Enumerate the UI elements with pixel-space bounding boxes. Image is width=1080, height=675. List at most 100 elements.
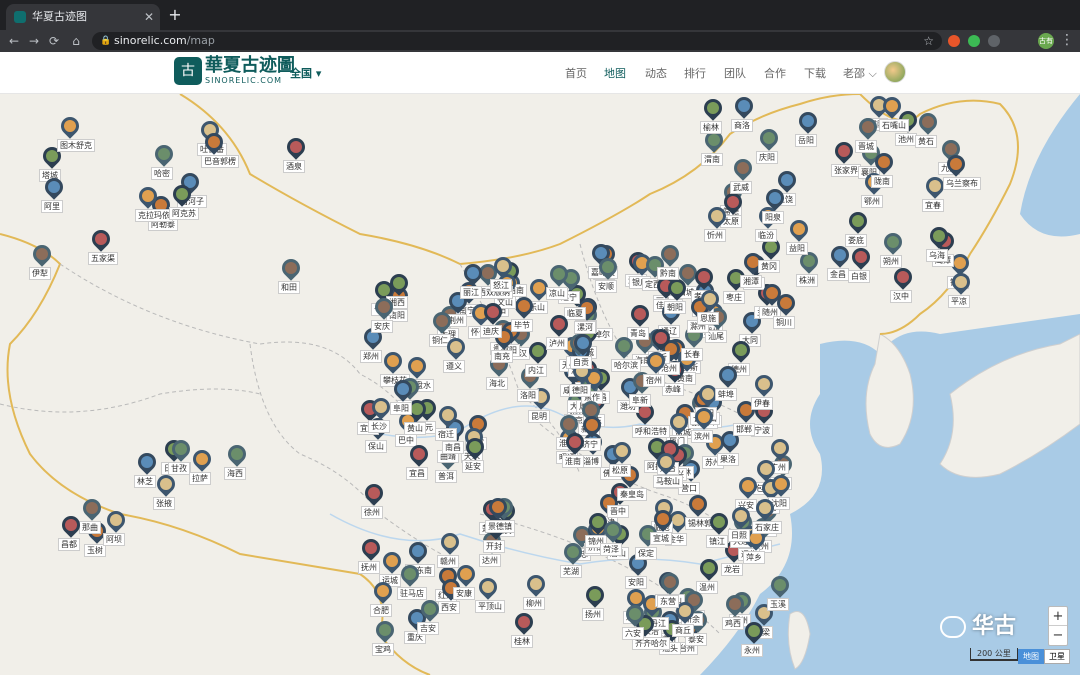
pin-label[interactable]: 迪庆 — [480, 325, 502, 338]
pin-label[interactable]: 赣州 — [437, 555, 459, 568]
tab-sinorelic[interactable]: 华夏古迹图 ✕ — [6, 4, 160, 30]
pin-label[interactable]: 晋城 — [855, 140, 877, 153]
relic-pin[interactable] — [570, 330, 596, 358]
ext-dark-icon[interactable] — [988, 35, 1000, 47]
relic-pin[interactable] — [579, 412, 605, 440]
pin-label[interactable]: 铜川 — [773, 316, 795, 329]
relic-pin[interactable] — [890, 264, 916, 292]
relic-pin[interactable] — [358, 535, 384, 563]
pin-label[interactable]: 宿迁 — [435, 428, 457, 441]
pin-label[interactable]: 阿里 — [41, 200, 63, 213]
relic-pin[interactable] — [523, 571, 549, 599]
pin-label[interactable]: 邯郸 — [733, 423, 755, 436]
relic-pin[interactable] — [691, 264, 717, 292]
relic-pin[interactable] — [370, 578, 396, 606]
pin-label[interactable]: 渭南 — [701, 153, 723, 166]
pin-label[interactable]: 昌都 — [58, 538, 80, 551]
relic-pin[interactable] — [922, 173, 948, 201]
pin-label[interactable]: 马鞍山 — [653, 475, 683, 488]
pin-label[interactable]: 吉安 — [417, 622, 439, 635]
relic-pin[interactable] — [701, 127, 727, 155]
map-type-satellite-button[interactable]: 卫星 — [1044, 649, 1070, 664]
relic-pin[interactable] — [560, 539, 586, 567]
pin-label[interactable]: 池州 — [895, 133, 917, 146]
relic-pin[interactable] — [756, 125, 782, 153]
nav-download[interactable]: 下载 — [804, 65, 826, 81]
relic-pin[interactable] — [397, 561, 423, 589]
relic-pin[interactable] — [511, 609, 537, 637]
relic-pin[interactable] — [460, 260, 486, 288]
relic-pin[interactable] — [224, 441, 250, 469]
logo-icon[interactable]: 古 — [174, 57, 202, 85]
relic-pin[interactable] — [696, 555, 722, 583]
relic-pin[interactable] — [685, 491, 711, 519]
forward-button[interactable]: → — [26, 30, 42, 52]
relic-pin[interactable] — [405, 538, 431, 566]
pin-label[interactable]: 芜湖 — [560, 565, 582, 578]
pin-label[interactable]: 株洲 — [796, 274, 818, 287]
new-tab-button[interactable]: + — [166, 4, 184, 26]
relic-pin[interactable] — [525, 338, 551, 366]
pin-label[interactable]: 哈尔滨 — [611, 359, 641, 372]
relic-pin[interactable] — [189, 446, 215, 474]
pin-label[interactable]: 海北 — [486, 377, 508, 390]
relic-pin[interactable] — [88, 226, 114, 254]
nav-rank[interactable]: 排行 — [684, 65, 706, 81]
pin-label[interactable]: 泸州 — [546, 337, 568, 350]
relic-pin[interactable] — [653, 449, 679, 477]
home-button[interactable]: ⌂ — [68, 30, 84, 52]
pin-label[interactable]: 拉萨 — [189, 472, 211, 485]
pin-label[interactable]: 朔州 — [880, 255, 902, 268]
relic-pin[interactable] — [752, 495, 778, 523]
relic-pin[interactable] — [657, 569, 683, 597]
relic-pin[interactable] — [767, 572, 793, 600]
pin-label[interactable]: 永州 — [741, 644, 763, 657]
pin-label[interactable]: 益阳 — [786, 242, 808, 255]
pin-label[interactable]: 昆明 — [528, 410, 550, 423]
relic-pin[interactable] — [386, 270, 412, 298]
pin-label[interactable]: 普洱 — [435, 470, 457, 483]
pin-label[interactable]: 岳阳 — [795, 134, 817, 147]
relic-pin[interactable] — [880, 229, 906, 257]
pin-label[interactable]: 开封 — [483, 540, 505, 553]
region-select[interactable]: 全国 ▾ — [290, 65, 321, 81]
pin-label[interactable]: 景德镇 — [485, 520, 515, 533]
relic-pin[interactable] — [582, 582, 608, 610]
pin-label[interactable]: 黔南 — [657, 267, 679, 280]
pin-label[interactable]: 榆林 — [700, 121, 722, 134]
pin-label[interactable]: 张家界 — [831, 164, 861, 177]
pin-label[interactable]: 滨州 — [691, 430, 713, 443]
nav-team[interactable]: 团队 — [724, 65, 746, 81]
relic-pin[interactable] — [871, 149, 897, 177]
pin-label[interactable]: 巴音郭楞 — [201, 155, 239, 168]
pin-label[interactable]: 黄冈 — [758, 260, 780, 273]
map-canvas[interactable]: 阿勒泰塔城克拉玛依伊犁石河子五家渠吐鲁番哈密巴音郭楞阿克苏图木舒克和田阿里酒泉张… — [0, 94, 1080, 675]
relic-pin[interactable] — [627, 301, 653, 329]
pin-label[interactable]: 抚州 — [358, 561, 380, 574]
relic-pin[interactable] — [831, 138, 857, 166]
relic-pin[interactable] — [730, 155, 756, 183]
pin-label[interactable]: 呼和浩特 — [632, 425, 670, 438]
pin-label[interactable]: 淮南 — [562, 455, 584, 468]
relic-pin[interactable] — [490, 253, 516, 281]
relic-pin[interactable] — [728, 503, 754, 531]
relic-pin[interactable] — [443, 334, 469, 362]
relic-pin[interactable] — [728, 337, 754, 365]
relic-pin[interactable] — [611, 333, 637, 361]
browser-menu-icon[interactable]: ⋮ — [1060, 30, 1074, 52]
pin-label[interactable]: 达州 — [479, 554, 501, 567]
relic-pin[interactable] — [650, 506, 676, 534]
pin-label[interactable]: 东营 — [657, 595, 679, 608]
pin-label[interactable]: 临汾 — [755, 229, 777, 242]
pin-label[interactable]: 平顶山 — [475, 600, 505, 613]
relic-pin[interactable] — [926, 223, 952, 251]
relic-pin[interactable] — [57, 113, 83, 141]
relic-pin[interactable] — [786, 216, 812, 244]
pin-label[interactable]: 菏泽 — [600, 543, 622, 556]
pin-label[interactable]: 陇南 — [871, 175, 893, 188]
pin-label[interactable]: 湘潭 — [740, 275, 762, 288]
relic-pin[interactable] — [58, 512, 84, 540]
relic-pin[interactable] — [731, 94, 757, 121]
relic-pin[interactable] — [437, 529, 463, 557]
pin-label[interactable]: 六安 — [622, 627, 644, 640]
